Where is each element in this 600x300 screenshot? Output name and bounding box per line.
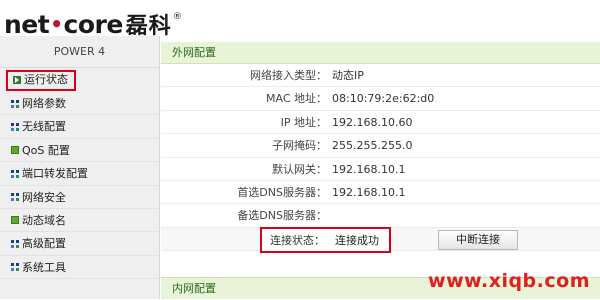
logo-net: net [4, 10, 50, 39]
row-value: 192.168.10.1 [332, 185, 406, 199]
sidebar-item-security[interactable]: 网络安全 [0, 186, 159, 209]
grid-icon [11, 122, 19, 131]
status-value: 连接成功 [335, 233, 379, 247]
sidebar-item-qos[interactable]: QoS 配置 [0, 139, 159, 163]
row-label: 备选DNS服务器： [237, 209, 327, 223]
watermark-text: www.xiqb.com [428, 270, 590, 292]
row-label: 网络接入类型： [250, 69, 327, 82]
sidebar-item-ddns[interactable]: 动态域名 [0, 209, 159, 233]
sidebar-item-status[interactable]: 运行状态 [6, 70, 76, 91]
sidebar-item-port-forward[interactable]: 端口转发配置 [0, 162, 159, 186]
row-label: 首选DNS服务器： [237, 185, 327, 199]
disconnect-button[interactable]: 中断连接 [438, 229, 518, 250]
wan-row-mac: MAC 地址： 08:10:79:2e:62:d0 [161, 87, 600, 111]
sidebar-item-label: 系统工具 [22, 260, 66, 274]
row-value: 192.168.10.1 [332, 162, 406, 176]
wan-row-status: 连接状态： 连接成功 中断连接 [161, 226, 600, 253]
grid-icon [11, 239, 19, 248]
sidebar-item-system-tools[interactable]: 系统工具 [0, 256, 159, 280]
row-value: 192.168.10.60 [332, 115, 413, 129]
sidebar-item-label: 运行状态 [24, 73, 68, 86]
sidebar: POWER 4 运行状态 网络参数 无线配置 QoS 配置 端口转发配置 网络安… [0, 36, 160, 299]
grid-icon [11, 263, 19, 272]
row-label: 子网掩码： [272, 139, 327, 153]
sidebar-item-label: QoS 配置 [22, 143, 70, 157]
wan-row-dns1: 首选DNS服务器： 192.168.10.1 [161, 181, 600, 205]
logo-dot: • [50, 12, 63, 36]
play-icon [13, 75, 21, 84]
sidebar-item-wireless[interactable]: 无线配置 [0, 115, 159, 139]
grid-icon [11, 99, 19, 108]
header: net•core 磊科® [0, 0, 600, 39]
sidebar-item-label: 网络参数 [22, 97, 66, 110]
row-label: MAC 地址： [266, 92, 327, 106]
connection-status-highlight: 连接状态： 连接成功 [260, 226, 391, 253]
sidebar-item-label: 网络安全 [22, 190, 66, 204]
model-name: POWER 4 [0, 36, 159, 68]
green-square-icon [11, 216, 19, 225]
status-label: 连接状态： [270, 233, 325, 247]
wan-row-dns2: 备选DNS服务器： [161, 204, 600, 228]
row-value: 动态IP [332, 69, 364, 82]
grid-icon [11, 169, 19, 178]
sidebar-item-network[interactable]: 网络参数 [0, 92, 159, 116]
row-value: 255.255.255.0 [332, 139, 413, 153]
row-label: IP 地址： [280, 115, 327, 129]
logo-reg: ® [172, 12, 182, 22]
row-label: 默认网关： [272, 162, 327, 176]
grid-icon [11, 193, 19, 202]
sidebar-item-label: 无线配置 [22, 120, 66, 134]
main-panel: 外网配置 网络接入类型： 动态IP MAC 地址： 08:10:79:2e:62… [161, 36, 600, 299]
wan-section-title: 外网配置 [161, 42, 600, 64]
wan-row-mask: 子网掩码： 255.255.255.0 [161, 134, 600, 158]
sidebar-item-advanced[interactable]: 高级配置 [0, 232, 159, 256]
sidebar-item-label: 高级配置 [22, 237, 66, 251]
sidebar-item-label: 端口转发配置 [22, 167, 88, 181]
row-value: 08:10:79:2e:62:d0 [332, 92, 435, 106]
wan-row-gateway: 默认网关： 192.168.10.1 [161, 158, 600, 181]
green-square-icon [11, 146, 19, 155]
sidebar-item-label: 动态域名 [22, 213, 66, 227]
logo-core: core [63, 10, 124, 39]
wan-row-ip: IP 地址： 192.168.10.60 [161, 111, 600, 135]
wan-row-type: 网络接入类型： 动态IP [161, 64, 600, 88]
